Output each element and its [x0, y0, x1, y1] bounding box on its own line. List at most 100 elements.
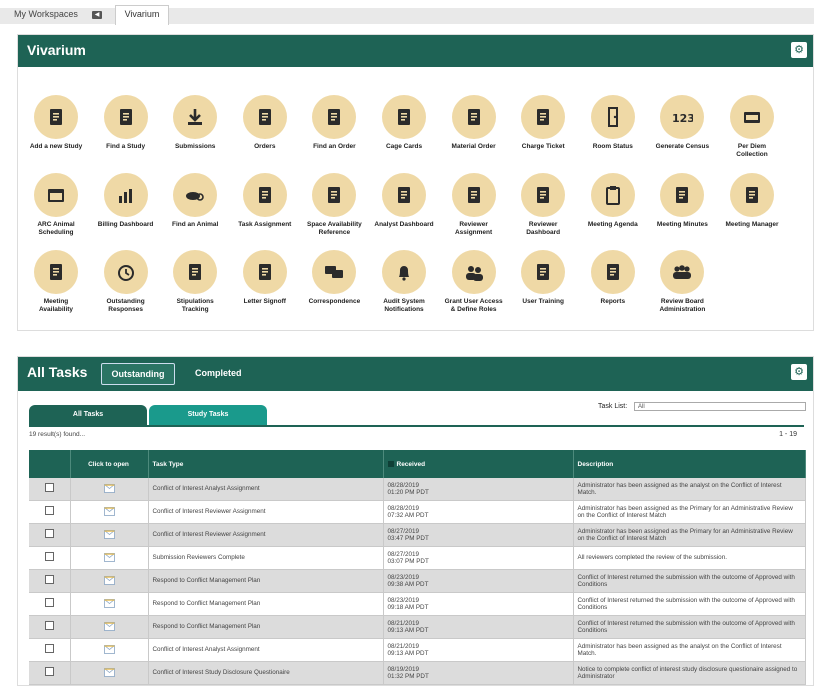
task-assignment-icon[interactable]	[242, 173, 287, 217]
open-task-icon[interactable]	[103, 483, 115, 493]
row-checkbox[interactable]	[44, 644, 54, 654]
row-checkbox[interactable]	[44, 483, 54, 493]
vivarium-item-label[interactable]: Reports	[583, 298, 643, 306]
meeting-availability-icon[interactable]	[34, 250, 78, 294]
letter-signoff-icon[interactable]	[242, 250, 287, 294]
material-order-icon[interactable]	[451, 95, 496, 139]
find-animal-icon[interactable]	[173, 173, 218, 217]
vivarium-item-label[interactable]: Cage Cards	[374, 143, 434, 151]
row-checkbox[interactable]	[44, 667, 54, 677]
tab-vivarium[interactable]: Vivarium	[115, 5, 169, 25]
vivarium-item-meeting-agenda[interactable]: Meeting Agenda	[583, 173, 643, 229]
open-task-icon[interactable]	[103, 598, 115, 608]
vivarium-item-label[interactable]: Correspondence	[304, 298, 364, 306]
vivarium-item-label[interactable]: Orders	[235, 143, 295, 151]
vivarium-item-label[interactable]: Analyst Dashboard	[374, 221, 434, 229]
table-row[interactable]: Conflict of Interest Reviewer Assignment…	[29, 500, 806, 524]
vivarium-item-arc-animal-scheduling[interactable]: ARC Animal Scheduling	[26, 173, 86, 237]
review-board-icon[interactable]	[660, 250, 705, 294]
vivarium-item-meeting-minutes[interactable]: Meeting Minutes	[652, 173, 712, 229]
vivarium-item-label[interactable]: Find an Animal	[165, 221, 225, 229]
vivarium-item-material-order[interactable]: Material Order	[444, 95, 504, 151]
stipulations-icon[interactable]	[173, 250, 218, 294]
orders-icon[interactable]	[242, 95, 287, 139]
vivarium-item-audit-system-notifications[interactable]: Audit System Notifications	[374, 250, 434, 314]
row-task-type[interactable]: Conflict of Interest Analyst Assignment	[148, 478, 384, 501]
tab-completed[interactable]: Completed	[195, 363, 242, 383]
table-row[interactable]: Submission Reviewers Complete 08/27/2019 0…	[29, 546, 806, 570]
cage-cards-icon[interactable]	[382, 95, 426, 139]
open-task-icon[interactable]	[103, 667, 115, 677]
open-task-icon[interactable]	[103, 529, 115, 539]
vivarium-item-label[interactable]: Meeting Availability	[26, 298, 86, 314]
vivarium-item-cage-cards[interactable]: Cage Cards	[374, 95, 434, 151]
row-task-type[interactable]: Conflict of Interest Reviewer Assignment	[148, 500, 384, 524]
table-row[interactable]: Respond to Conflict Management Plan 08/23…	[29, 592, 806, 616]
tab-my-workspaces[interactable]: My Workspaces	[14, 9, 78, 19]
reviewer-assignment-icon[interactable]	[451, 173, 496, 217]
vivarium-settings-icon[interactable]: ⚙	[791, 42, 807, 58]
vivarium-item-meeting-manager[interactable]: Meeting Manager	[722, 173, 782, 229]
vivarium-item-submissions[interactable]: Submissions	[165, 95, 225, 151]
workspace-menu-icon[interactable]: ◀	[92, 11, 102, 19]
find-order-icon[interactable]	[312, 95, 357, 139]
vivarium-item-room-status[interactable]: Room Status	[583, 95, 643, 151]
vivarium-item-label[interactable]: User Training	[513, 298, 573, 306]
open-task-icon[interactable]	[103, 621, 115, 631]
analyst-dashboard-icon[interactable]	[382, 173, 426, 217]
download-icon[interactable]	[173, 95, 218, 139]
meeting-minutes-icon[interactable]	[660, 173, 705, 217]
chart-icon[interactable]	[103, 173, 148, 217]
open-task-icon[interactable]	[103, 644, 115, 654]
vivarium-item-label[interactable]: Charge Ticket	[513, 143, 573, 151]
table-row[interactable]: Respond to Conflict Management Plan 08/23…	[29, 569, 806, 593]
table-row[interactable]: Conflict of Interest Analyst Assignment 0…	[29, 638, 806, 662]
vivarium-item-reviewer-dashboard[interactable]: Reviewer Dashboard	[513, 173, 573, 237]
users-icon[interactable]	[451, 250, 496, 294]
vivarium-item-task-assignment[interactable]: Task Assignment	[235, 173, 295, 229]
vivarium-item-grant-user-access-define-roles[interactable]: Grant User Access & Define Roles	[444, 250, 504, 314]
vivarium-item-label[interactable]: Submissions	[165, 143, 225, 151]
subtab-study-tasks[interactable]: Study Tasks	[149, 405, 267, 425]
vivarium-item-stipulations-tracking[interactable]: Stipulations Tracking	[165, 250, 225, 314]
vivarium-item-review-board-administration[interactable]: Review Board Administration	[652, 250, 712, 314]
row-task-type[interactable]: Conflict of Interest Study Disclosure Qu…	[148, 661, 384, 685]
row-task-type[interactable]: Respond to Conflict Management Plan	[148, 615, 384, 639]
tasks-settings-icon[interactable]: ⚙	[791, 364, 807, 380]
tab-outstanding[interactable]: Outstanding	[101, 363, 175, 385]
vivarium-item-find-a-study[interactable]: Find a Study	[96, 95, 156, 151]
vivarium-item-label[interactable]: Find a Study	[96, 143, 156, 151]
row-task-type[interactable]: Respond to Conflict Management Plan	[148, 592, 384, 616]
vivarium-item-label[interactable]: Grant User Access & Define Roles	[444, 298, 504, 314]
vivarium-item-reports[interactable]: Reports	[583, 250, 643, 306]
vivarium-item-label[interactable]: Per Diem Collection	[722, 143, 782, 159]
col-header-description[interactable]: Description	[573, 450, 806, 478]
vivarium-item-meeting-availability[interactable]: Meeting Availability	[26, 250, 86, 314]
training-icon[interactable]	[521, 250, 566, 294]
clipboard-icon[interactable]	[590, 173, 635, 217]
space-availability-icon[interactable]	[312, 173, 357, 217]
vivarium-item-label[interactable]: ARC Animal Scheduling	[26, 221, 86, 237]
vivarium-item-user-training[interactable]: User Training	[513, 250, 573, 306]
table-row[interactable]: Conflict of Interest Reviewer Assignment…	[29, 523, 806, 547]
col-header-task-type[interactable]: Task Type	[148, 450, 384, 478]
vivarium-item-label[interactable]: Generate Census	[652, 143, 712, 151]
vivarium-item-label[interactable]: Letter Signoff	[235, 298, 295, 306]
row-task-type[interactable]: Conflict of Interest Reviewer Assignment	[148, 523, 384, 547]
row-task-type[interactable]: Conflict of Interest Analyst Assignment	[148, 638, 384, 662]
vivarium-item-charge-ticket[interactable]: Charge Ticket	[513, 95, 573, 151]
table-row[interactable]: Conflict of Interest Analyst Assignment 0…	[29, 478, 806, 501]
task-list-select[interactable]: All	[634, 402, 806, 411]
row-checkbox[interactable]	[44, 598, 54, 608]
open-task-icon[interactable]	[103, 575, 115, 585]
row-checkbox[interactable]	[44, 506, 54, 516]
vivarium-item-orders[interactable]: Orders	[235, 95, 295, 151]
vivarium-item-label[interactable]: Reviewer Dashboard	[513, 221, 573, 237]
row-task-type[interactable]: Respond to Conflict Management Plan	[148, 569, 384, 593]
vivarium-item-analyst-dashboard[interactable]: Analyst Dashboard	[374, 173, 434, 229]
vivarium-item-label[interactable]: Audit System Notifications	[374, 298, 434, 314]
vivarium-item-reviewer-assignment[interactable]: Reviewer Assignment	[444, 173, 504, 237]
vivarium-item-label[interactable]: Reviewer Assignment	[444, 221, 504, 237]
vivarium-item-find-an-animal[interactable]: Find an Animal	[165, 173, 225, 229]
vivarium-item-label[interactable]: Add a new Study	[26, 143, 86, 151]
